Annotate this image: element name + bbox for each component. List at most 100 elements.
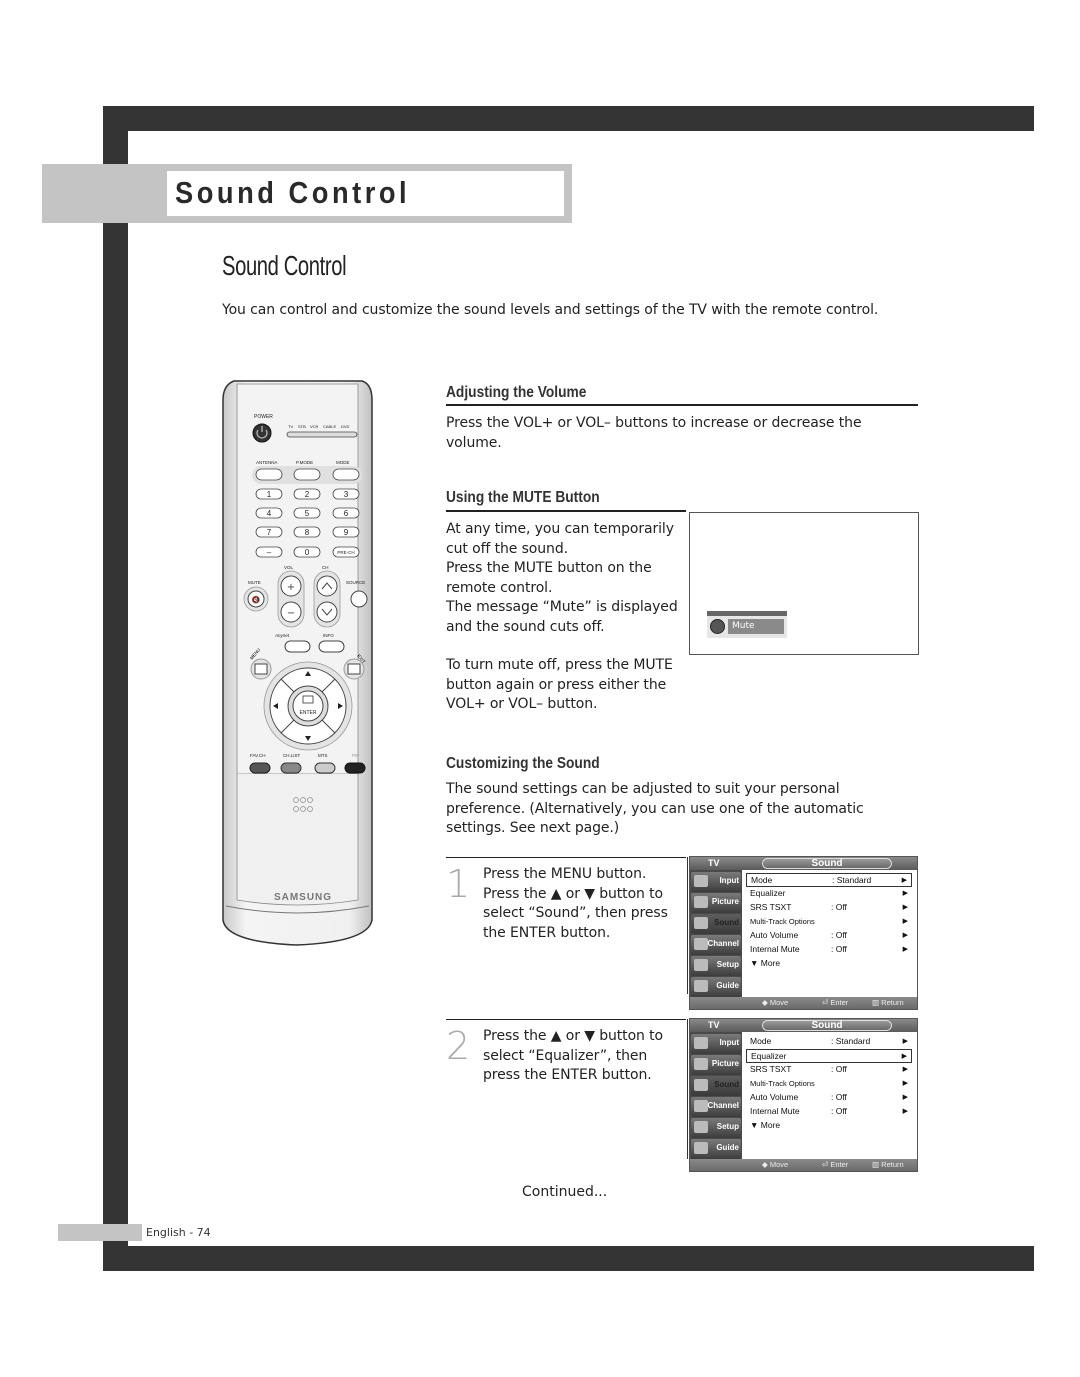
svg-text:1: 1 [267, 490, 272, 499]
tab-title: Sound Control [175, 175, 411, 210]
remote-control-illustration: POWER TV STB VCR CABLE DVD ANTENNA P.MODE MODE… [222, 380, 373, 946]
step-number: 2 [446, 1024, 471, 1068]
svg-text:🔇: 🔇 [252, 595, 261, 604]
chevron-right-icon: ▶ [901, 877, 907, 884]
svg-text:6: 6 [344, 509, 349, 518]
osd-row-label: ▼ More [750, 958, 781, 968]
step-1-text: Press the MENU button. Press the ▲ or ▼ … [483, 866, 668, 941]
svg-text:MODE: MODE [336, 460, 350, 465]
osd-title: Sound [811, 858, 843, 869]
svg-text:CABLE: CABLE [323, 424, 336, 429]
osd-footer: ◆ Move ⏎ Enter ▥ Return [690, 1159, 917, 1171]
chevron-right-icon: ▶ [902, 904, 908, 911]
footer-tab [58, 1224, 142, 1241]
intro-text: You can control and customize the sound … [222, 302, 879, 318]
volume-text: Press the VOL+ or VOL– buttons to increa… [446, 415, 862, 451]
osd-menu-row: SRS TSXT: Off ▶ [746, 901, 912, 915]
chevron-right-icon: ▶ [902, 932, 908, 939]
chevron-right-icon: ▶ [902, 918, 908, 925]
osd-row-label: Equalizer [750, 888, 786, 898]
svg-text:VCR: VCR [310, 424, 319, 429]
osd-sound-menu-step1: TV Sound Input Picture Sound Channel Set… [689, 856, 918, 1010]
svg-text:ANTENNA: ANTENNA [256, 460, 278, 465]
mute-osd: Mute [707, 611, 787, 638]
svg-text:Anynet: Anynet [274, 633, 290, 638]
svg-text:3: 3 [344, 490, 349, 499]
osd-sidebar-sound: Sound [691, 914, 741, 934]
osd-sidebar-input: Input [691, 872, 741, 892]
osd-sidebar: Input Picture Sound Channel Setup Guide [690, 1032, 742, 1160]
svg-text:2: 2 [305, 490, 310, 499]
svg-text:MUTE: MUTE [248, 580, 261, 585]
section-heading-volume: Adjusting the Volume [446, 384, 587, 401]
section-rule [446, 510, 686, 512]
section-heading-customize: Customizing the Sound [446, 755, 600, 772]
chevron-right-icon: ▶ [902, 1080, 908, 1087]
chevron-right-icon: ▶ [902, 1094, 908, 1101]
osd-menu-row: Auto Volume : Off ▶ [746, 1091, 912, 1105]
step-2-text: Press the ▲ or ▼ button to select “Equal… [483, 1028, 664, 1083]
step-number: 1 [446, 862, 471, 906]
osd-menu-row: Multi-Track Options ▶ [746, 1077, 912, 1091]
input-icon [694, 875, 708, 887]
osd-row-value: : Standard [832, 875, 872, 885]
chevron-right-icon: ▶ [902, 1038, 908, 1045]
osd-row-value: : Off [831, 1092, 847, 1102]
osd-sidebar-guide: Guide [691, 1139, 741, 1159]
input-icon [694, 1037, 708, 1049]
svg-text:+: + [287, 582, 295, 593]
osd-footer: ◆ Move ⏎ Enter ▥ Return [690, 997, 917, 1009]
mute-off-text: To turn mute off, press the MUTE button … [446, 657, 673, 712]
osd-row-label: Internal Mute [750, 1106, 800, 1116]
osd-row-value: : Off [831, 1106, 847, 1116]
osd-row-label: Auto Volume [750, 1092, 799, 1102]
osd-menu-list: Mode: Standard ▶ Equalizer ▶ SRS TSXT: Off ▶ M… [746, 873, 912, 971]
mute-speaker-icon [710, 619, 725, 634]
chevron-right-icon: ▶ [902, 946, 908, 953]
guide-icon [694, 980, 708, 992]
osd-row-value: : Standard [831, 1036, 871, 1046]
svg-text:PRE-CH: PRE-CH [337, 550, 354, 555]
osd-row-label: Multi-Track Options [750, 1079, 815, 1088]
osd-menu-row: SRS TSXT: Off ▶ [746, 1063, 912, 1077]
osd-row-label: Internal Mute [750, 944, 800, 954]
svg-text:DVD: DVD [341, 424, 350, 429]
osd-menu-row: Internal Mute : Off ▶ [746, 943, 912, 957]
speaker-icon [694, 917, 708, 929]
satellite-icon [694, 1100, 708, 1112]
osd-row-label: Multi-Track Options [750, 917, 815, 926]
svg-text:–: – [267, 548, 272, 557]
customize-text: The sound settings can be adjusted to su… [446, 781, 864, 836]
osd-row-value: : Off [831, 902, 847, 912]
setup-icon [694, 1121, 708, 1133]
continued-text: Continued... [522, 1184, 608, 1200]
svg-text:STB: STB [298, 424, 306, 429]
svg-text:CH.LIST: CH.LIST [283, 753, 301, 758]
samsung-logo: SAMSUNG [274, 892, 332, 903]
chevron-right-icon: ▶ [902, 1108, 908, 1115]
osd-row-label: ▼ More [750, 1120, 781, 1130]
svg-text:MTS: MTS [318, 753, 328, 758]
svg-text:POWER: POWER [254, 414, 273, 420]
osd-menu-row: Equalizer ▶ [746, 1049, 912, 1063]
mute-osd-label: Mute [728, 619, 784, 634]
page-frame-bottom [103, 1246, 1034, 1271]
osd-menu-list: Mode: Standard ▶ Equalizer ▶ SRS TSXT: Off ▶ M… [746, 1035, 912, 1133]
svg-text:P.MODE: P.MODE [296, 460, 313, 465]
osd-sidebar-setup: Setup [691, 1118, 741, 1138]
osd-sidebar-sound: Sound [691, 1076, 741, 1096]
osd-sidebar-channel: Channel [691, 935, 741, 955]
chevron-right-icon: ▶ [902, 1066, 908, 1073]
svg-text:INFO: INFO [323, 633, 334, 638]
svg-text:7: 7 [267, 528, 272, 537]
svg-text:PIP: PIP [352, 753, 359, 758]
step-rule [446, 1019, 686, 1020]
osd-title: Sound [811, 1020, 843, 1031]
osd-row-value: : Off [831, 944, 847, 954]
osd-menu-row: Mode: Standard ▶ [746, 1035, 912, 1049]
speaker-icon [694, 1079, 708, 1091]
osd-menu-row: Mode: Standard ▶ [746, 873, 912, 887]
svg-text:VOL: VOL [284, 565, 294, 570]
svg-text:5: 5 [305, 509, 310, 518]
setup-icon [694, 959, 708, 971]
